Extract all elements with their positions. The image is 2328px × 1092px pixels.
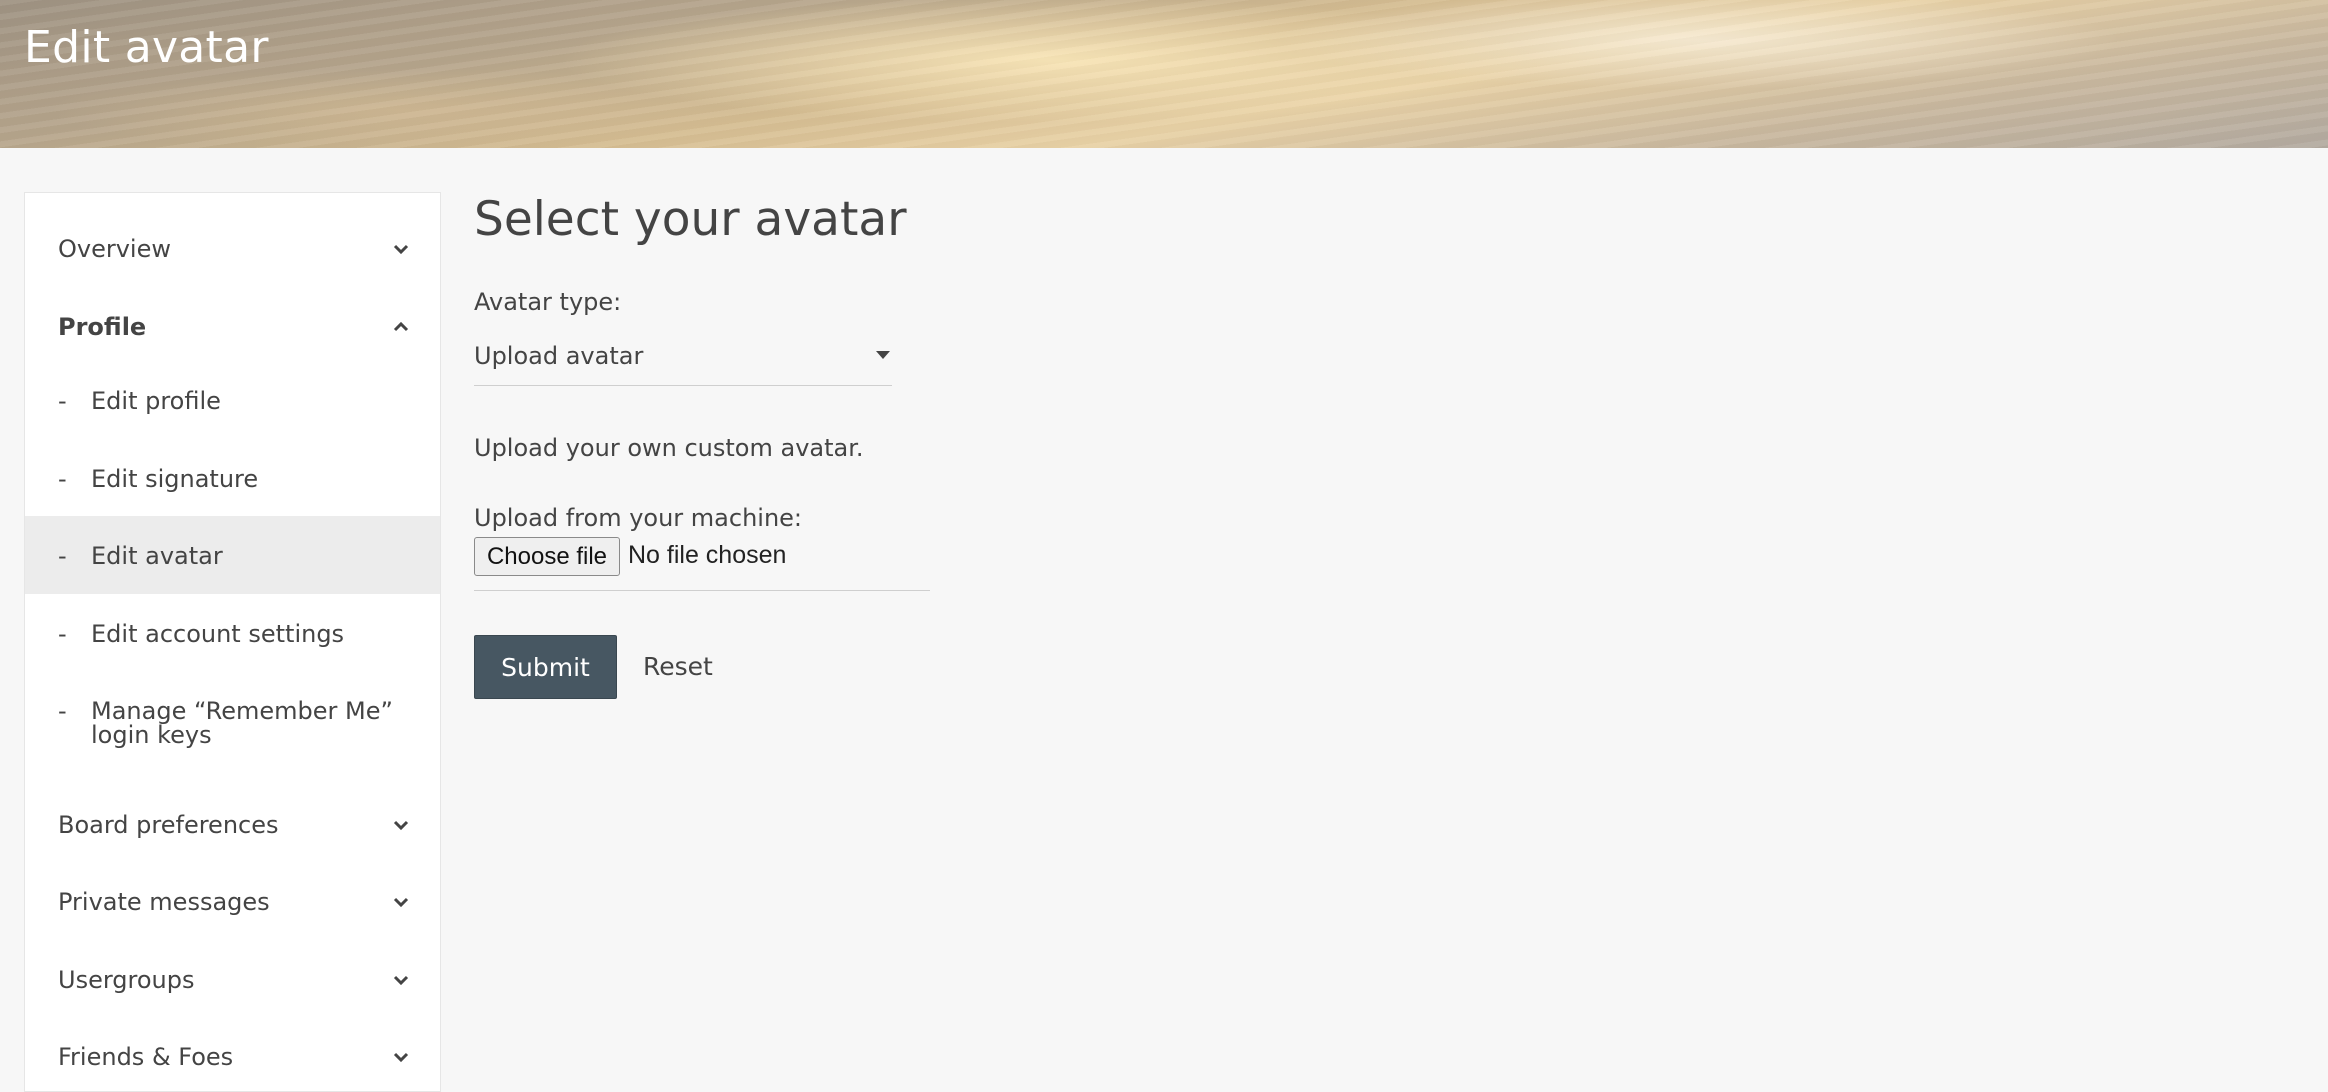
chevron-down-icon	[393, 1052, 409, 1063]
sidebar-item-label: Overview	[58, 235, 171, 263]
chevron-up-icon	[393, 321, 409, 332]
chevron-down-icon	[393, 975, 409, 986]
list-dash: -	[58, 542, 67, 570]
sidebar: Overview Profile - Edit profile - Edit s…	[24, 192, 441, 1092]
list-dash: -	[58, 697, 67, 725]
caret-down-icon	[876, 351, 890, 359]
sidebar-item-overview[interactable]: Overview	[25, 229, 440, 269]
chevron-down-icon	[393, 897, 409, 908]
chevron-down-icon	[393, 820, 409, 831]
sidebar-item-label: Usergroups	[58, 966, 195, 994]
header-banner: Edit avatar	[0, 0, 2328, 148]
page-title: Edit avatar	[24, 22, 269, 73]
sidebar-subitem-label: Edit account settings	[91, 620, 345, 648]
sidebar-subitem-label: Edit signature	[91, 465, 259, 493]
sidebar-item-profile[interactable]: Profile	[25, 307, 440, 347]
sidebar-subitem-edit-avatar[interactable]: - Edit avatar	[25, 516, 440, 594]
list-dash: -	[58, 620, 67, 648]
reset-button[interactable]: Reset	[643, 652, 713, 681]
avatar-type-label: Avatar type:	[474, 288, 622, 316]
sidebar-item-label: Friends & Foes	[58, 1043, 234, 1071]
avatar-type-value: Upload avatar	[474, 342, 644, 370]
choose-file-button[interactable]: Choose file	[474, 537, 620, 576]
sidebar-item-label: Board preferences	[58, 811, 279, 839]
list-dash: -	[58, 387, 67, 415]
sidebar-subitem-manage-login-keys[interactable]: - Manage “Remember Me” login keys	[25, 671, 440, 761]
submit-button[interactable]: Submit	[474, 635, 617, 699]
sidebar-subitem-label: Edit profile	[91, 387, 221, 415]
sidebar-item-label: Profile	[58, 313, 147, 341]
sidebar-subitem-edit-signature[interactable]: - Edit signature	[25, 439, 440, 516]
sidebar-subitem-edit-profile[interactable]: - Edit profile	[25, 361, 440, 439]
chevron-down-icon	[393, 244, 409, 255]
upload-description: Upload your own custom avatar.	[474, 434, 864, 462]
sidebar-item-friends-foes[interactable]: Friends & Foes	[25, 1037, 440, 1077]
avatar-type-select[interactable]: Upload avatar	[474, 336, 892, 386]
sidebar-subitem-label: Edit avatar	[91, 542, 223, 570]
sidebar-subitem-label: Manage “Remember Me” login keys	[91, 697, 393, 749]
sidebar-item-private-messages[interactable]: Private messages	[25, 882, 440, 922]
sidebar-item-board-preferences[interactable]: Board preferences	[25, 805, 440, 845]
section-title: Select your avatar	[474, 192, 907, 247]
sidebar-item-usergroups[interactable]: Usergroups	[25, 960, 440, 1000]
sidebar-item-label: Private messages	[58, 888, 270, 916]
sidebar-subitem-edit-account-settings[interactable]: - Edit account settings	[25, 594, 440, 671]
list-dash: -	[58, 465, 67, 493]
upload-label: Upload from your machine:	[474, 504, 803, 532]
file-status: No file chosen	[628, 541, 787, 569]
file-input: Choose file No file chosen	[474, 537, 930, 591]
